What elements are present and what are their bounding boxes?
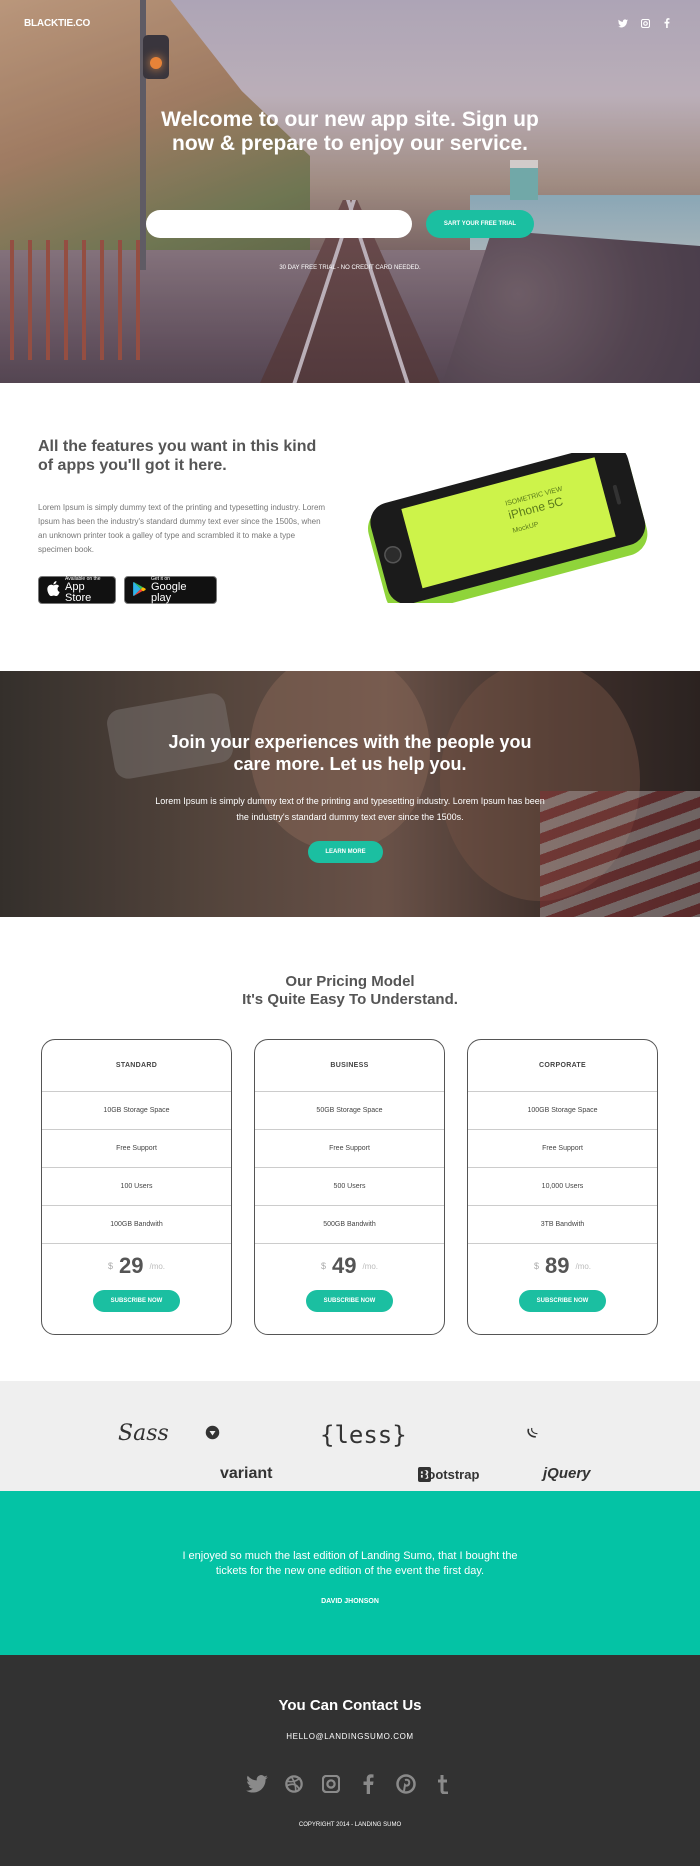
hero-overlay	[0, 0, 700, 383]
features-section: All the features you want in this kind o…	[0, 383, 700, 671]
subscribe-button[interactable]: SUBSCRIBE NOW	[93, 1290, 180, 1312]
jquery-icon	[527, 1427, 538, 1438]
google-play-icon	[133, 581, 146, 599]
learn-more-button[interactable]: LEARN MORE	[308, 841, 383, 863]
jquery-logo-text: jQuery	[543, 1465, 591, 1482]
plan-users: 10,000 Users	[468, 1168, 657, 1206]
jquery-logo: jQuery	[527, 1425, 591, 1482]
plan-users: 100 Users	[42, 1168, 231, 1206]
less-logo: {less}	[320, 1421, 407, 1449]
plan-support: Free Support	[468, 1130, 657, 1168]
plan-period: /mo.	[362, 1261, 379, 1271]
subscribe-button[interactable]: SUBSCRIBE NOW	[519, 1290, 606, 1312]
twitter-icon[interactable]	[245, 1772, 269, 1796]
sass-logo: Sass	[118, 1421, 169, 1446]
plan-name: CORPORATE	[468, 1040, 657, 1092]
header-social-links	[618, 18, 672, 28]
pricing-section: Our Pricing Model It's Quite Easy To Und…	[0, 917, 700, 1381]
dribbble-icon[interactable]	[282, 1772, 306, 1796]
instagram-icon[interactable]	[640, 18, 650, 28]
plan-storage: 100GB Storage Space	[468, 1092, 657, 1130]
plan-amount: 89	[544, 1253, 570, 1278]
pricing-plan-standard: STANDARD 10GB Storage Space Free Support…	[41, 1039, 232, 1335]
pricing-title-line1: Our Pricing Model	[285, 973, 415, 990]
bootstrap-logo-text: Bootstrap	[418, 1467, 480, 1482]
footer: You Can Contact Us HELLO@LANDINGSUMO.COM…	[0, 1655, 700, 1866]
google-play-badge[interactable]: Get it on Google play	[124, 576, 217, 604]
hero-note: 30 DAY FREE TRIAL - NO CREDIT CARD NEEDE…	[279, 265, 421, 271]
plan-price: $ 89 /mo.	[468, 1244, 657, 1288]
pinterest-icon[interactable]	[394, 1772, 418, 1796]
features-title: All the features you want in this kind o…	[38, 438, 317, 474]
testimonial-section: I enjoyed so much the last edition of La…	[0, 1491, 700, 1655]
friends-section: Join your experiences with the people yo…	[0, 671, 700, 917]
plan-amount: 49	[331, 1253, 357, 1278]
plan-bandwidth: 100GB Bandwith	[42, 1206, 231, 1244]
plan-price: $ 49 /mo.	[255, 1244, 444, 1288]
apple-icon	[47, 581, 60, 599]
friends-text: Lorem Ipsum is simply dummy text of the …	[155, 796, 545, 822]
facebook-icon[interactable]	[662, 18, 672, 28]
variant-logo: variant	[205, 1425, 272, 1482]
plan-users: 500 Users	[255, 1168, 444, 1206]
google-play-big-text: Google play	[151, 581, 187, 604]
hero-title: Welcome to our new app site. Sign up now…	[161, 108, 539, 155]
iphone-5c-mockup: ISOMETRIC VIEW iPhone 5C MockUP	[367, 453, 648, 603]
plan-support: Free Support	[255, 1130, 444, 1168]
features-text: Lorem Ipsum is simply dummy text of the …	[38, 503, 326, 554]
app-store-big-text: App Store	[65, 581, 92, 604]
friends-title: Join your experiences with the people yo…	[168, 732, 532, 774]
testimonial-quote: I enjoyed so much the last edition of La…	[182, 1550, 518, 1577]
app-store-badge[interactable]: Available on the App Store	[38, 576, 116, 604]
facebook-icon[interactable]	[357, 1772, 381, 1796]
plan-period: /mo.	[575, 1261, 592, 1271]
plan-bandwidth: 500GB Bandwith	[255, 1206, 444, 1244]
plan-bandwidth: 3TB Bandwith	[468, 1206, 657, 1244]
copyright: COPYRIGHT 2014 - LANDING SUMO	[298, 1822, 402, 1828]
plan-storage: 10GB Storage Space	[42, 1092, 231, 1130]
variant-icon	[205, 1425, 220, 1440]
plan-price: $ 29 /mo.	[42, 1244, 231, 1288]
plan-storage: 50GB Storage Space	[255, 1092, 444, 1130]
plan-name: STANDARD	[42, 1040, 231, 1092]
pricing-title: Our Pricing Model It's Quite Easy To Und…	[150, 973, 550, 1009]
plan-name: BUSINESS	[255, 1040, 444, 1092]
technology-logos: Sass variant {less} B Bootstrap jQuery	[0, 1381, 700, 1491]
instagram-icon[interactable]	[319, 1772, 343, 1796]
tumblr-icon[interactable]	[431, 1772, 455, 1796]
twitter-icon[interactable]	[618, 18, 628, 28]
plan-currency: $	[533, 1261, 539, 1271]
logo[interactable]: BLACKTIE.CO	[24, 18, 90, 29]
subscribe-button[interactable]: SUBSCRIBE NOW	[306, 1290, 393, 1312]
testimonial-author: DAVID JHONSON	[321, 1598, 379, 1605]
pricing-plan-corporate: CORPORATE 100GB Storage Space Free Suppo…	[467, 1039, 658, 1335]
contact-email-link[interactable]: HELLO@LANDINGSUMO.COM	[200, 1732, 500, 1741]
variant-logo-text: variant	[220, 1465, 273, 1482]
footer-social-links	[245, 1772, 455, 1796]
email-signup-input[interactable]	[146, 210, 412, 238]
contact-title: You Can Contact Us	[278, 1697, 422, 1714]
pricing-plan-business: BUSINESS 50GB Storage Space Free Support…	[254, 1039, 445, 1335]
plan-currency: $	[320, 1261, 326, 1271]
start-free-trial-button[interactable]: SART YOUR FREE TRIAL	[426, 210, 534, 238]
plan-support: Free Support	[42, 1130, 231, 1168]
plan-period: /mo.	[149, 1261, 166, 1271]
hero-section: BLACKTIE.CO Welcome to our new app site.…	[0, 0, 700, 383]
plan-currency: $	[107, 1261, 113, 1271]
plan-amount: 29	[118, 1253, 144, 1278]
pricing-title-line2: It's Quite Easy To Understand.	[242, 991, 458, 1008]
